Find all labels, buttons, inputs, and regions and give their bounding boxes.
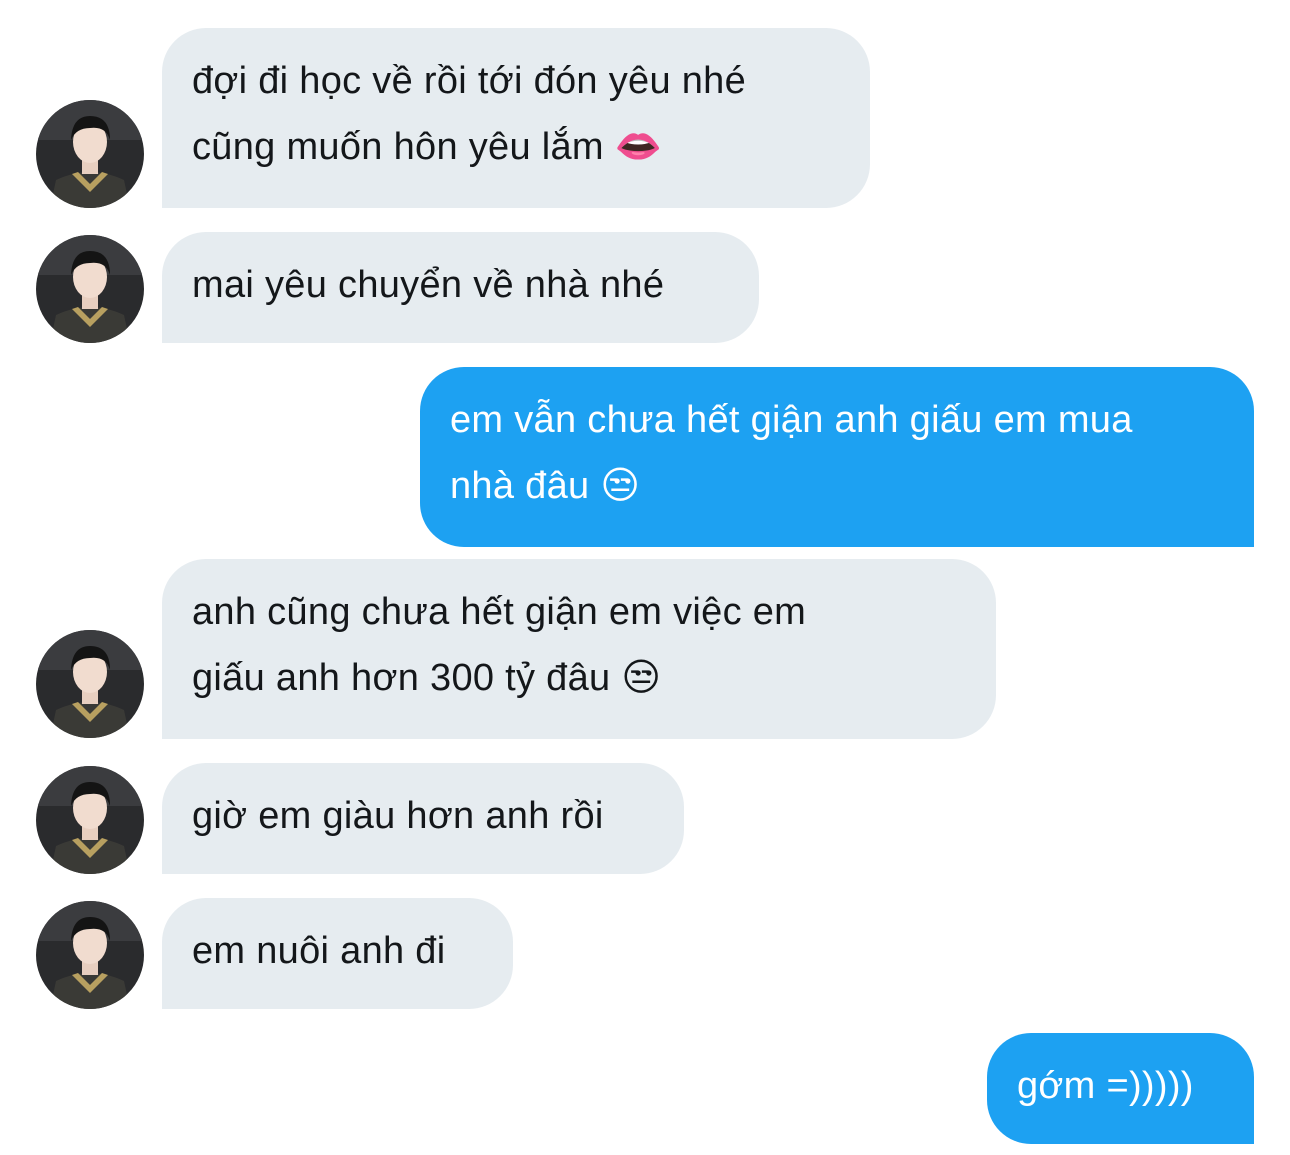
message-text: giờ em giàu hơn anh rồi [192, 795, 604, 837]
message-text: em vẫn chưa hết giận anh giấu em mua [450, 399, 1133, 441]
message-text: gớm =))))) [1017, 1065, 1194, 1107]
avatar-image [36, 901, 144, 1009]
sender-avatar[interactable] [36, 630, 144, 738]
message-text: giấu anh hơn 300 tỷ đâu 😒 [192, 657, 662, 699]
message-bubble-incoming[interactable]: mai yêu chuyển về nhà nhé [162, 232, 759, 343]
sender-avatar[interactable] [36, 901, 144, 1009]
message-bubble-incoming[interactable]: anh cũng chưa hết giận em việc em giấu a… [162, 559, 996, 739]
avatar-image [36, 766, 144, 874]
avatar-image [36, 630, 144, 738]
message-text: cũng muốn hôn yêu lắm 👄 [192, 126, 663, 168]
sender-avatar[interactable] [36, 766, 144, 874]
message-text: đợi đi học về rồi tới đón yêu nhé [192, 60, 747, 102]
sender-avatar[interactable] [36, 100, 144, 208]
sender-avatar[interactable] [36, 235, 144, 343]
message-text: anh cũng chưa hết giận em việc em [192, 591, 807, 633]
message-bubble-incoming[interactable]: đợi đi học về rồi tới đón yêu nhé cũng m… [162, 28, 870, 208]
message-text: nhà đâu 😒 [450, 465, 641, 507]
avatar-image [36, 100, 144, 208]
message-bubble-outgoing[interactable]: gớm =))))) [987, 1033, 1254, 1144]
message-text: mai yêu chuyển về nhà nhé [192, 264, 665, 306]
message-bubble-outgoing[interactable]: em vẫn chưa hết giận anh giấu em mua nhà… [420, 367, 1254, 547]
avatar-image [36, 235, 144, 343]
message-text: em nuôi anh đi [192, 930, 446, 972]
message-bubble-incoming[interactable]: em nuôi anh đi [162, 898, 513, 1009]
message-bubble-incoming[interactable]: giờ em giàu hơn anh rồi [162, 763, 684, 874]
